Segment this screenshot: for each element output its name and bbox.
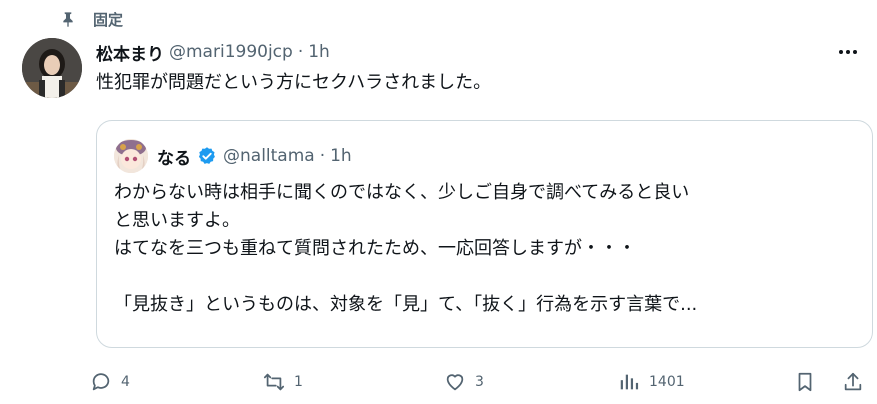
avatar-image xyxy=(22,38,82,98)
quote-text-line: 「見抜き」というものは、対象を「見」て、「抜く」行為を示す言葉で... xyxy=(114,294,698,315)
share-icon xyxy=(844,372,862,391)
quote-text: わからない時は相手に聞くのではなく、少しご自身で調べてみると良い と思いますよ。… xyxy=(114,179,859,319)
reply-button[interactable]: 4 xyxy=(90,366,130,398)
quote-text-line: わからない時は相手に聞くのではなく、少しご自身で調べてみると良い xyxy=(114,182,690,203)
verified-badge-icon xyxy=(198,147,215,164)
separator-dot: · xyxy=(297,42,304,62)
pin-icon xyxy=(63,12,73,27)
views-count: 1401 xyxy=(649,374,685,390)
reply-count: 4 xyxy=(121,374,130,390)
author-display-name[interactable]: 松本まり xyxy=(96,40,164,65)
tweet-header: 松本まり @mari1990jcp · 1h xyxy=(96,38,330,66)
quoted-tweet-card[interactable]: なる @nalltama · 1h わからない時は相手に聞くのではなく、少しご自… xyxy=(96,120,873,348)
more-options-button[interactable] xyxy=(832,38,864,66)
action-bar: 4 1 3 1401 xyxy=(90,366,870,398)
repost-count: 1 xyxy=(294,374,303,390)
views-icon xyxy=(620,374,639,390)
tweet-text: 性犯罪が問題だという方にセクハラされました。 xyxy=(96,72,492,93)
repost-icon xyxy=(263,373,285,391)
tweet-timestamp[interactable]: 1h xyxy=(308,42,330,62)
quote-separator-dot: · xyxy=(319,146,326,166)
repost-button[interactable]: 1 xyxy=(263,366,303,398)
quote-header: なる @nalltama · 1h xyxy=(157,143,352,169)
author-handle[interactable]: @mari1990jcp xyxy=(169,42,293,62)
pinned-label: 固定 xyxy=(93,10,124,29)
share-button[interactable] xyxy=(842,366,864,398)
reply-icon xyxy=(92,373,110,391)
avatar[interactable] xyxy=(22,38,82,98)
quote-timestamp[interactable]: 1h xyxy=(330,146,352,166)
quote-text-line: と思いますよ。 xyxy=(114,210,240,231)
pinned-indicator: 固定 xyxy=(60,7,123,31)
quote-handle[interactable]: @nalltama xyxy=(223,146,315,166)
quote-text-line: はてなを三つも重ねて質問されたため、一応回答しますが・・・ xyxy=(114,238,636,259)
quote-display-name[interactable]: なる xyxy=(157,144,191,169)
bookmark-icon xyxy=(798,372,812,392)
views-button[interactable]: 1401 xyxy=(618,366,685,398)
more-icon xyxy=(839,50,857,54)
like-count: 3 xyxy=(475,374,484,390)
quote-text-line xyxy=(114,263,859,291)
bookmark-button[interactable] xyxy=(794,366,816,398)
quote-avatar-image xyxy=(114,139,148,173)
quote-avatar[interactable] xyxy=(114,139,148,173)
heart-icon xyxy=(446,374,464,391)
like-button[interactable]: 3 xyxy=(444,366,484,398)
